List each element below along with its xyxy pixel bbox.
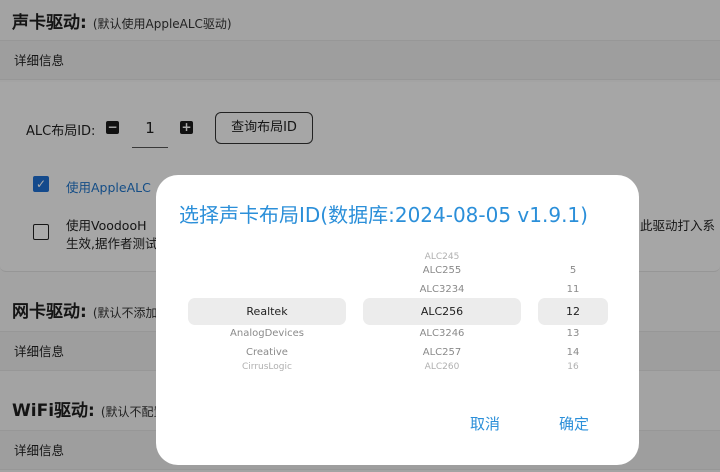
dialog-title: 选择声卡布局ID(数据库:2024-08-05 v1.9.1) [179,203,588,227]
id-option[interactable]: 14 [538,347,608,358]
codec-option-selected[interactable]: ALC256 [363,305,521,318]
vendor-option-selected[interactable]: Realtek [188,305,346,318]
id-option[interactable]: 13 [538,328,608,339]
codec-option[interactable]: ALC255 [363,265,521,276]
codec-option[interactable]: ALC260 [363,362,521,372]
vendor-option[interactable]: Creative [188,347,346,358]
confirm-button[interactable]: 确定 [559,413,589,434]
id-option[interactable]: 16 [538,362,608,372]
cancel-button[interactable]: 取消 [470,413,500,434]
codec-option[interactable]: ALC3234 [363,284,521,295]
vendor-option[interactable]: CirrusLogic [188,362,346,372]
layout-id-dialog: 选择声卡布局ID(数据库:2024-08-05 v1.9.1) Realtek … [156,175,639,465]
id-option[interactable]: 5 [538,265,608,276]
id-option-selected[interactable]: 12 [538,305,608,318]
codec-option[interactable]: ALC245 [363,252,521,262]
codec-option[interactable]: ALC3246 [363,328,521,339]
codec-option[interactable]: ALC257 [363,347,521,358]
id-option[interactable]: 11 [538,284,608,295]
vendor-option[interactable]: AnalogDevices [188,328,346,339]
